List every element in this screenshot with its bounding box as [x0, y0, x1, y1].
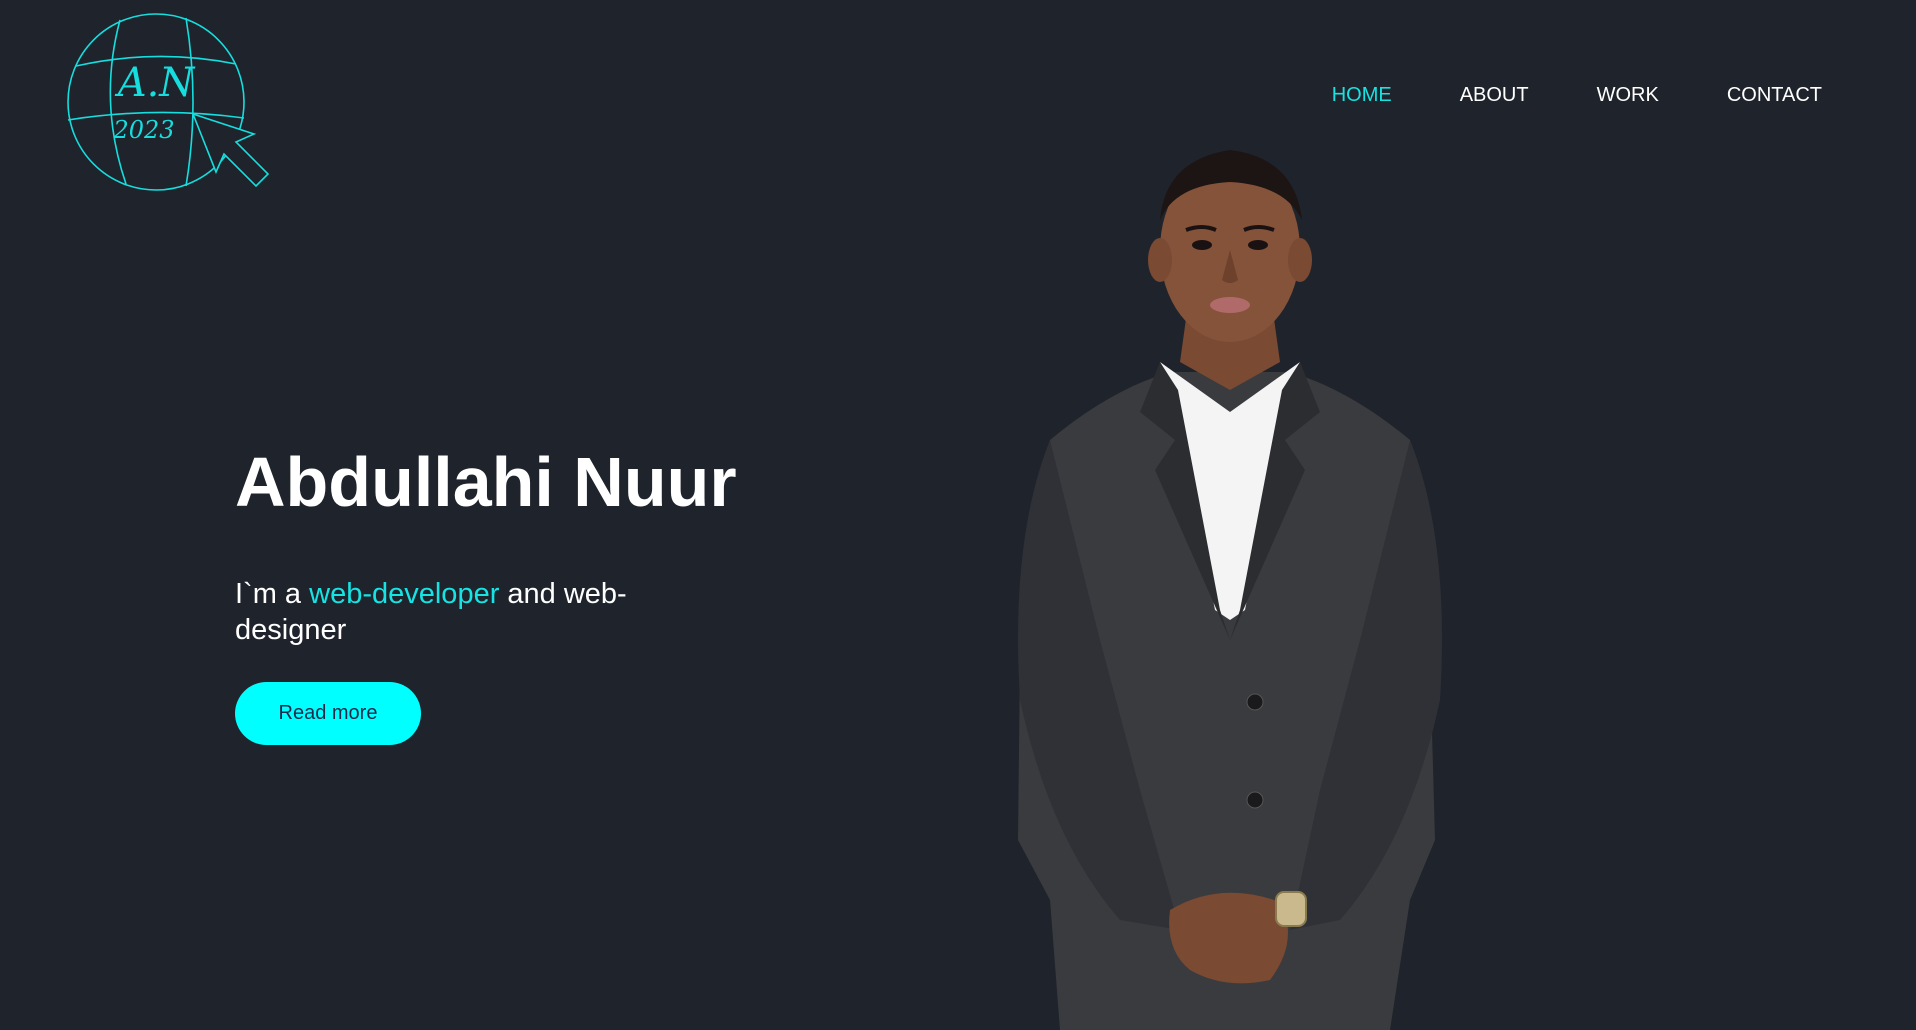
- hero-section: Abdullahi Nuur I`m a web-developer and w…: [235, 440, 795, 745]
- main-nav: HOME ABOUT WORK CONTACT: [1264, 84, 1822, 107]
- nav-contact[interactable]: CONTACT: [1727, 84, 1822, 107]
- logo-year: 2023: [112, 116, 174, 144]
- nav-work[interactable]: WORK: [1597, 84, 1659, 107]
- nav-about[interactable]: ABOUT: [1460, 84, 1529, 107]
- nav-home[interactable]: HOME: [1332, 84, 1392, 107]
- logo-globe-cursor-icon[interactable]: A.N 2023: [58, 8, 273, 203]
- subtitle-prefix: I`m a: [235, 578, 310, 610]
- hero-name: Abdullahi Nuur: [235, 443, 737, 521]
- subtitle-accent: web-developer: [309, 578, 500, 610]
- hero-subtitle: I`m a web-developer and web-designer: [235, 576, 705, 648]
- read-more-button[interactable]: Read more: [235, 682, 421, 745]
- page: A.N 2023 HOME ABOUT WORK CONTACT Abdulla…: [0, 0, 1916, 1030]
- logo-initials: A.N: [114, 60, 197, 106]
- portrait-image: [1018, 150, 1442, 1030]
